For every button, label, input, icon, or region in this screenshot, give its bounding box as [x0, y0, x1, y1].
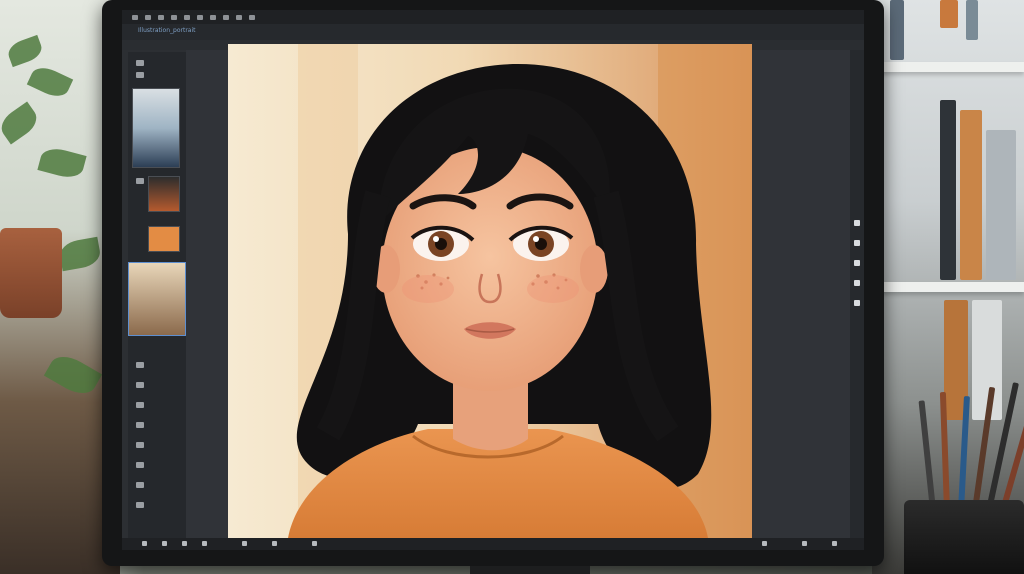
menu-icon[interactable]: [249, 14, 255, 20]
right-icon-rail: [850, 50, 864, 538]
status-icon[interactable]: [312, 541, 317, 546]
panel-toggle-icon[interactable]: [854, 300, 860, 306]
status-icon[interactable]: [202, 541, 207, 546]
layer-visibility-icon[interactable]: [136, 178, 144, 184]
layer-thumbnail[interactable]: [148, 226, 180, 252]
document-tab[interactable]: Illustration_portrait: [138, 27, 195, 34]
portrait-artwork[interactable]: [228, 44, 752, 538]
layer-thumbnail[interactable]: [148, 176, 180, 212]
menu-icon[interactable]: [197, 14, 203, 20]
menu-icon[interactable]: [223, 14, 229, 20]
tool-icon[interactable]: [136, 402, 144, 408]
status-icon[interactable]: [162, 541, 167, 546]
pencil-cup: [904, 500, 1024, 574]
panel-toggle-icon[interactable]: [854, 280, 860, 286]
tool-icon[interactable]: [136, 442, 144, 448]
layer-thumbnail[interactable]: [132, 88, 180, 168]
tool-icon[interactable]: [136, 462, 144, 468]
shelf-board: [872, 62, 1024, 72]
menu-icon[interactable]: [145, 14, 151, 20]
menu-icon[interactable]: [158, 14, 164, 20]
status-bar: [122, 538, 864, 550]
cheek-left: [402, 275, 454, 303]
cheek-right: [527, 275, 579, 303]
panel-toggle-icon[interactable]: [854, 220, 860, 226]
tool-icon[interactable]: [136, 422, 144, 428]
book: [986, 130, 1016, 280]
monitor-stand: [470, 566, 590, 574]
status-icon[interactable]: [242, 541, 247, 546]
status-icon[interactable]: [832, 541, 837, 546]
shelf-board: [872, 282, 1024, 292]
book: [966, 0, 978, 40]
document-tab-bar: Illustration_portrait: [122, 24, 864, 41]
menu-icon[interactable]: [210, 14, 216, 20]
menu-icon[interactable]: [171, 14, 177, 20]
menu-bar: [122, 10, 864, 24]
book: [960, 110, 982, 280]
tool-icon[interactable]: [136, 362, 144, 368]
panel-toggle-icon[interactable]: [854, 260, 860, 266]
status-icon[interactable]: [142, 541, 147, 546]
menu-icon[interactable]: [184, 14, 190, 20]
book: [890, 0, 904, 60]
active-layer-thumbnail[interactable]: [128, 262, 186, 336]
tool-icon[interactable]: [136, 482, 144, 488]
menu-icon[interactable]: [132, 14, 138, 20]
tools-and-layers-panel: [128, 52, 186, 538]
brush-tool-icon[interactable]: [136, 60, 144, 66]
status-icon[interactable]: [182, 541, 187, 546]
ear-right: [580, 245, 608, 293]
eraser-tool-icon[interactable]: [136, 72, 144, 78]
panel-toggle-icon[interactable]: [854, 240, 860, 246]
status-icon[interactable]: [762, 541, 767, 546]
status-icon[interactable]: [272, 541, 277, 546]
book: [940, 100, 956, 280]
monitor-screen: Illustration_portrait: [122, 10, 864, 550]
status-icon[interactable]: [802, 541, 807, 546]
menu-icon[interactable]: [236, 14, 242, 20]
plant-pot: [0, 228, 62, 318]
book: [940, 0, 958, 28]
tool-icon[interactable]: [136, 502, 144, 508]
tool-icon[interactable]: [136, 382, 144, 388]
